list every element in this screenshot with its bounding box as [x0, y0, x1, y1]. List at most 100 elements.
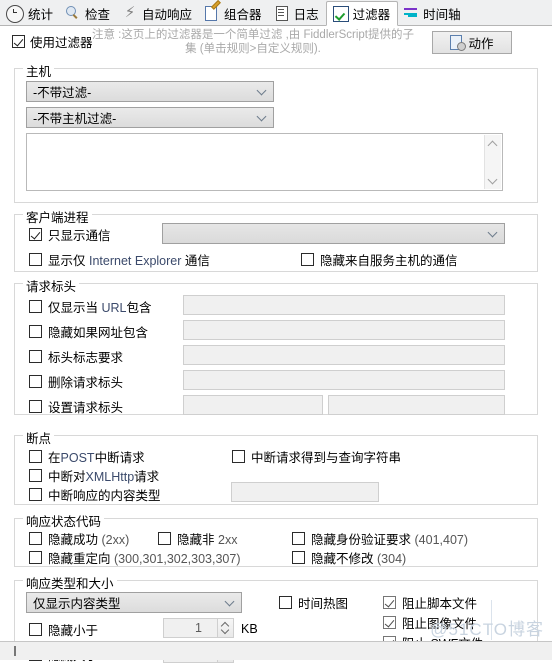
show-only-ie-label-app: Internet Explorer: [89, 254, 182, 268]
use-filters-checkbox[interactable]: 使用过滤器: [12, 32, 93, 51]
tab-label: 检查: [85, 7, 111, 22]
hide-smaller-stepper[interactable]: 1: [163, 618, 234, 638]
magnifier-icon: [65, 5, 81, 21]
zone-filter-combo[interactable]: -不带过滤-: [26, 81, 274, 102]
request-headers-group-title: 请求标头: [23, 276, 80, 295]
status-codes-group: 响应状态代码 隐藏成功 (2xx) 隐藏非 2xx 隐藏身份验证要求 (401,…: [14, 511, 538, 567]
checkbox-box: [29, 551, 42, 564]
tab-label: 过滤器: [352, 8, 391, 22]
show-only-ie-label-pre: 显示仅: [48, 254, 86, 268]
scroll-down-icon[interactable]: [489, 176, 497, 184]
block-image-files-checkbox[interactable]: 阻止图像文件: [383, 613, 477, 632]
hide-smaller-than-checkbox[interactable]: 隐藏小于: [29, 620, 98, 639]
hosts-group-title: 主机: [23, 61, 55, 80]
set-request-header-name-input[interactable]: [183, 395, 323, 415]
hide-smaller-unit: KB: [241, 622, 258, 636]
checkbox-box: [158, 532, 171, 545]
hide-if-url-contains-input[interactable]: [183, 320, 505, 340]
actions-button[interactable]: 动作: [432, 31, 512, 54]
row-label-pre: 仅显示当: [48, 301, 99, 315]
tab-log[interactable]: 日志: [269, 1, 326, 25]
break-xmlhttp-post: 请求: [134, 470, 160, 484]
response-type-group: 响应类型和大小 仅显示内容类型 隐藏小于 1 KB 隐藏大于 1 KB 时间热图…: [14, 573, 538, 663]
break-post-pre: 在: [48, 451, 61, 465]
show-only-if-url-contains-input[interactable]: [183, 295, 505, 315]
checkbox-box: [383, 596, 396, 609]
request-headers-group: 请求标头 仅显示当 URL包含 隐藏如果网址包含 标头标志要求 删除请求标头 设…: [14, 276, 538, 416]
tab-inspectors[interactable]: 检查: [60, 1, 117, 25]
checkbox-box: [29, 623, 42, 636]
zone-filter-value: -不带过滤-: [33, 86, 92, 100]
tab-composer[interactable]: 组合器: [199, 1, 269, 25]
hide-smaller-value: 1: [195, 621, 202, 635]
checkbox-box: [29, 325, 42, 338]
actions-button-label: 动作: [468, 37, 494, 51]
tab-statistics[interactable]: 统计: [0, 1, 60, 25]
stepper-arrows-icon[interactable]: [217, 619, 233, 637]
checkbox-box: [29, 350, 42, 363]
break-post-post: 中断请求: [94, 451, 145, 465]
process-combo[interactable]: [162, 223, 505, 244]
set-request-header-value-input[interactable]: [328, 395, 505, 415]
block-script-files-checkbox[interactable]: 阻止脚本文件: [383, 593, 477, 612]
hide-success-checkbox[interactable]: 隐藏成功 (2xx): [29, 529, 129, 548]
tab-filters[interactable]: 过滤器: [325, 1, 399, 26]
host-list-scrollbar[interactable]: [484, 135, 501, 189]
break-on-post-checkbox[interactable]: 在POST中断请求: [29, 447, 145, 466]
flag-headers-checkbox[interactable]: 标头标志要求: [29, 347, 123, 366]
hide-notmodified-label: 隐藏不修改: [311, 552, 374, 566]
hide-service-host-checkbox[interactable]: 隐藏来自服务主机的通信: [301, 250, 458, 269]
show-only-ie-checkbox[interactable]: 显示仅 Internet Explorer 通信: [29, 250, 210, 269]
tab-timeline[interactable]: 时间轴: [398, 1, 468, 25]
set-request-header-checkbox[interactable]: 设置请求标头: [29, 397, 123, 416]
checkbox-box: [29, 228, 42, 241]
show-only-if-url-contains-checkbox[interactable]: 仅显示当 URL包含: [29, 297, 152, 316]
text-caret: [14, 646, 16, 656]
break-on-query-checkbox[interactable]: 中断请求得到与查询字符串: [232, 447, 401, 466]
filters-toolbar: 使用过滤器 注意 :这页上的过滤器是一个简单过滤 ,由 FiddlerScrip…: [0, 27, 552, 59]
content-type-combo[interactable]: 仅显示内容类型: [26, 592, 242, 613]
host-list-textarea[interactable]: [26, 133, 503, 191]
row-label-code: URL: [101, 301, 127, 315]
tab-strip: 统计 检查 ⚡ 自动响应 组合器 日志 过滤器 时间轴: [0, 0, 552, 26]
hide-auth-code: (401,407): [414, 533, 469, 547]
break-xmlhttp-pre: 中断对: [48, 470, 86, 484]
checkbox-box: [29, 469, 42, 482]
hide-success-label: 隐藏成功: [48, 533, 99, 547]
hide-non2xx-code: 2xx: [218, 533, 238, 547]
hide-auth-required-checkbox[interactable]: 隐藏身份验证要求 (401,407): [292, 529, 468, 548]
hide-if-url-contains-checkbox[interactable]: 隐藏如果网址包含: [29, 322, 148, 341]
break-on-content-type-checkbox[interactable]: 中断响应的内容类型: [29, 485, 161, 504]
hide-non-2xx-checkbox[interactable]: 隐藏非 2xx: [158, 529, 237, 548]
row-label: 删除请求标头: [48, 376, 124, 390]
break-content-type-input[interactable]: [231, 482, 379, 502]
status-codes-group-title: 响应状态代码: [23, 511, 105, 530]
show-only-traffic-checkbox[interactable]: 只显示通信: [29, 225, 111, 244]
host-filter-combo[interactable]: -不带主机过滤-: [26, 107, 274, 128]
checkbox-box: [301, 253, 314, 266]
scroll-up-icon[interactable]: [489, 140, 497, 148]
block-image-label: 阻止图像文件: [402, 617, 478, 631]
tab-label: 组合器: [224, 7, 262, 22]
break-query-label: 中断请求得到与查询字符串: [251, 451, 402, 465]
time-heatmap-checkbox[interactable]: 时间热图: [279, 593, 348, 612]
filters-note: 注意 :这页上的过滤器是一个简单过滤 ,由 FiddlerScript提供的子集…: [91, 29, 415, 55]
hide-redirects-checkbox[interactable]: 隐藏重定向 (300,301,302,303,307): [29, 548, 241, 567]
checkbox-box: [292, 532, 305, 545]
checkbox-box: [232, 450, 245, 463]
tab-autoresponder[interactable]: ⚡ 自动响应: [117, 1, 199, 25]
delete-request-header-input[interactable]: [183, 370, 505, 390]
checkbox-box: [29, 532, 42, 545]
flag-headers-input[interactable]: [183, 345, 505, 365]
response-type-group-title: 响应类型和大小: [23, 573, 117, 592]
content-type-combo-value: 仅显示内容类型: [33, 597, 121, 611]
hide-service-host-label: 隐藏来自服务主机的通信: [320, 254, 458, 268]
tab-label: 统计: [28, 7, 54, 22]
row-label: 标头标志要求: [48, 351, 124, 365]
checkbox-box: [29, 488, 42, 501]
chevron-down-icon: [489, 228, 497, 236]
delete-request-header-checkbox[interactable]: 删除请求标头: [29, 372, 123, 391]
hide-not-modified-checkbox[interactable]: 隐藏不修改 (304): [292, 548, 406, 567]
hide-non2xx-label: 隐藏非: [177, 533, 215, 547]
break-on-xmlhttp-checkbox[interactable]: 中断对XMLHttp请求: [29, 466, 159, 485]
